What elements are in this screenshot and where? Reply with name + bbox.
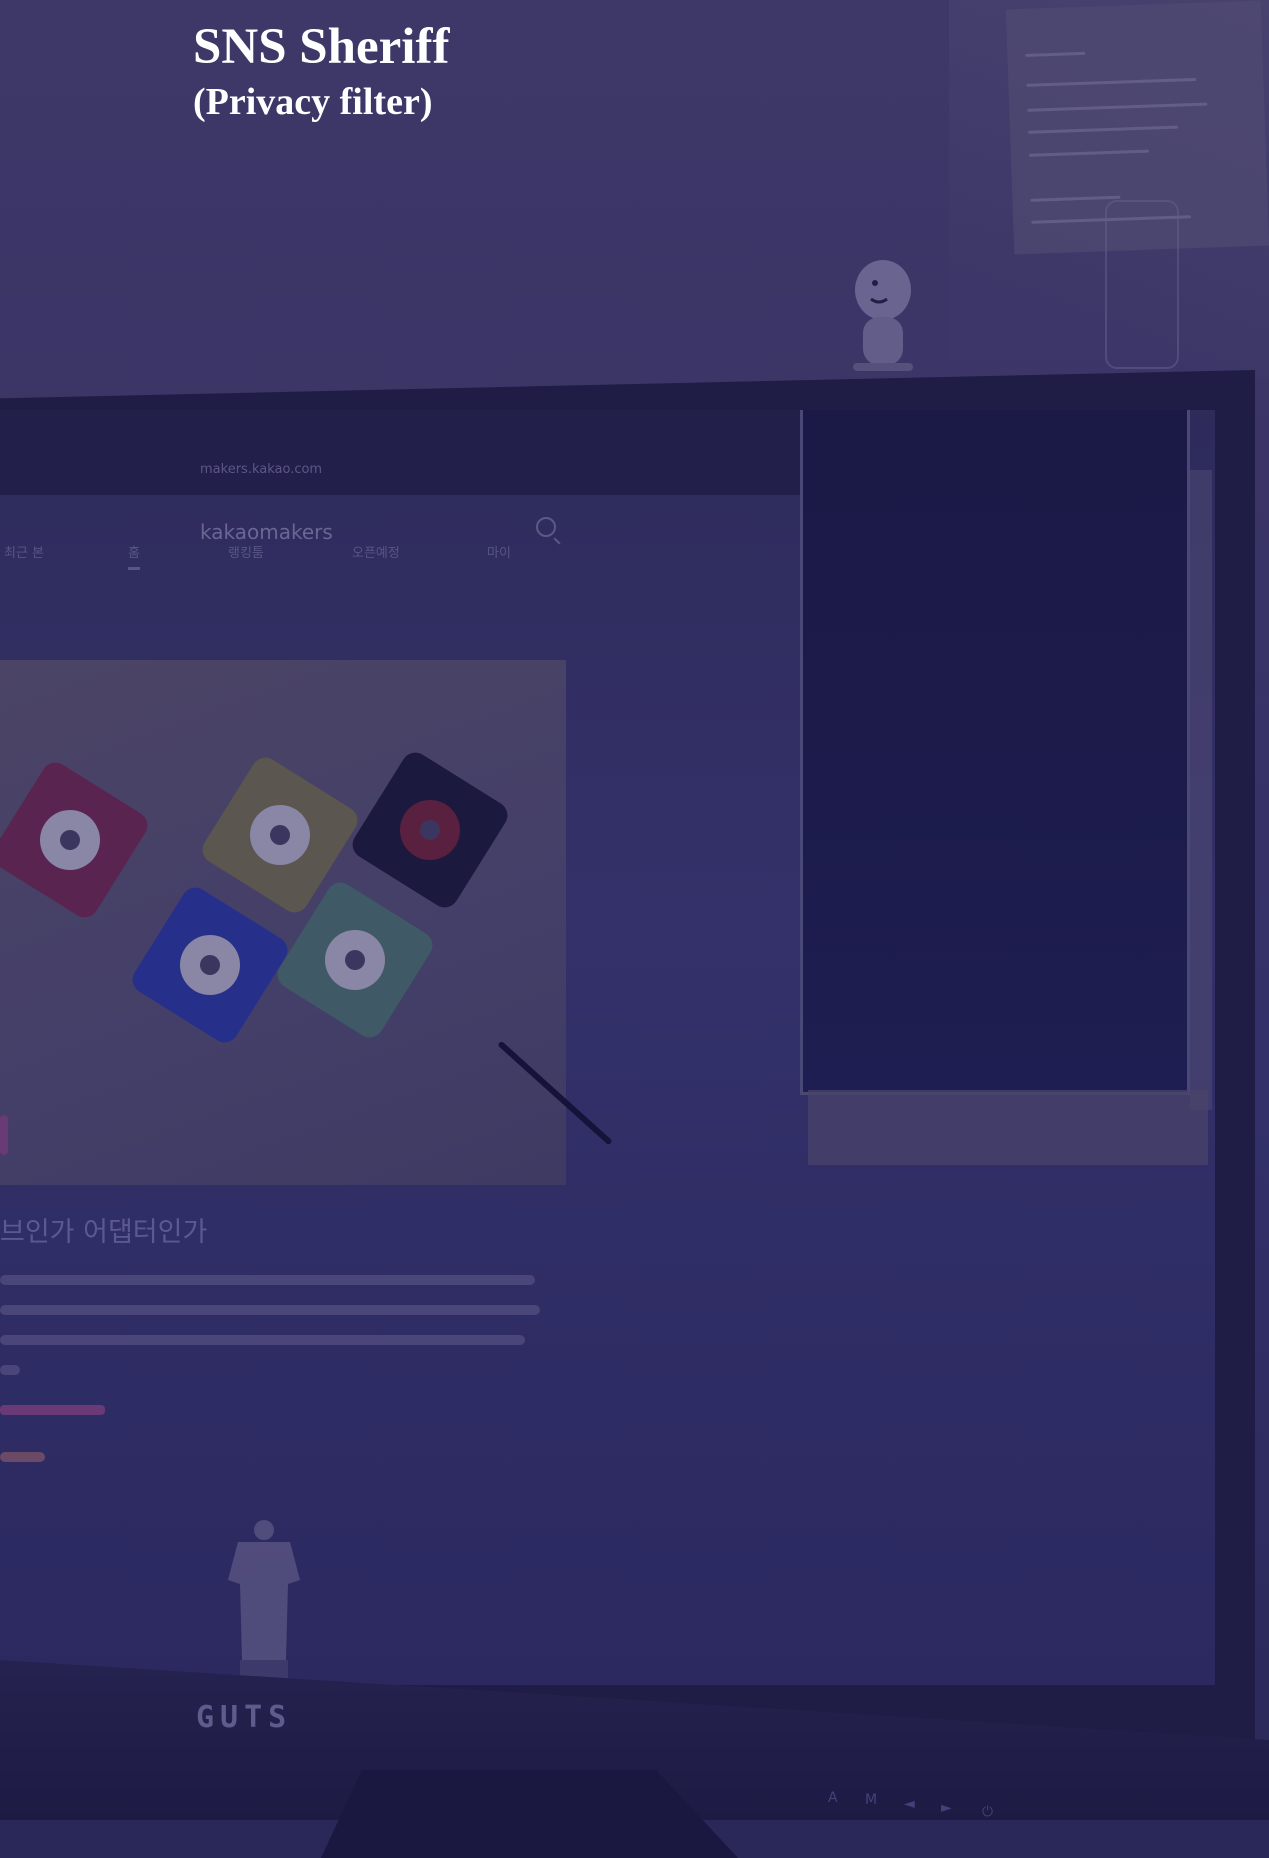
url-bar[interactable]: makers.kakao.com xyxy=(200,462,440,482)
desc-line xyxy=(0,1275,535,1285)
product-headline: 브인가 어댑터인가 xyxy=(0,1217,208,1248)
cube-blue xyxy=(127,882,293,1048)
tab-recent[interactable]: 최근 본 xyxy=(4,542,44,561)
product-image[interactable] xyxy=(0,660,613,1185)
monitor: makers.kakao.com kakaomakers 최근 본 홈 랭킹툼 … xyxy=(0,370,1269,1858)
background-photo: makers.kakao.com kakaomakers 최근 본 홈 랭킹툼 … xyxy=(0,0,1269,1858)
monitor-brand: GUTS xyxy=(196,1700,293,1735)
caption-title: SNS Sheriff xyxy=(193,19,450,75)
power-cord xyxy=(497,1040,613,1146)
filter-bottom-tab xyxy=(808,1090,1208,1165)
accent-mark xyxy=(0,1115,8,1155)
power-icon[interactable]: ⏻ xyxy=(982,1804,993,1820)
monitor-screen: makers.kakao.com kakaomakers 최근 본 홈 랭킹툼 … xyxy=(0,410,1215,1685)
desc-line xyxy=(0,1365,20,1375)
caption: SNS Sheriff (Privacy filter) xyxy=(193,19,450,123)
cube-purple xyxy=(0,757,153,923)
cube-black xyxy=(347,747,513,913)
tab-ranking[interactable]: 랭킹툼 xyxy=(228,542,264,561)
tab-upcoming[interactable]: 오픈예정 xyxy=(352,542,400,561)
filter-clip xyxy=(1105,200,1179,369)
browser-bar: makers.kakao.com xyxy=(0,410,800,495)
order-count-text xyxy=(0,1405,105,1415)
privacy-filter-panel xyxy=(800,410,1190,1095)
monitor-button-a[interactable]: A xyxy=(828,1790,838,1806)
caption-subtitle: (Privacy filter) xyxy=(193,81,433,123)
figurine xyxy=(853,260,913,371)
monitor-button-left[interactable]: ◄ xyxy=(904,1796,915,1812)
monitor-button-right[interactable]: ► xyxy=(941,1800,952,1816)
site-tabs: 최근 본 홈 랭킹툼 오픈예정 마이 xyxy=(0,530,800,570)
monitor-button-m[interactable]: M xyxy=(865,1792,877,1808)
desc-line xyxy=(0,1305,540,1315)
tab-home[interactable]: 홈 xyxy=(128,542,140,570)
desc-line xyxy=(0,1335,525,1345)
price-text xyxy=(0,1452,45,1462)
tab-my[interactable]: 마이 xyxy=(487,542,511,561)
filter-edge-strip xyxy=(1190,470,1212,1110)
